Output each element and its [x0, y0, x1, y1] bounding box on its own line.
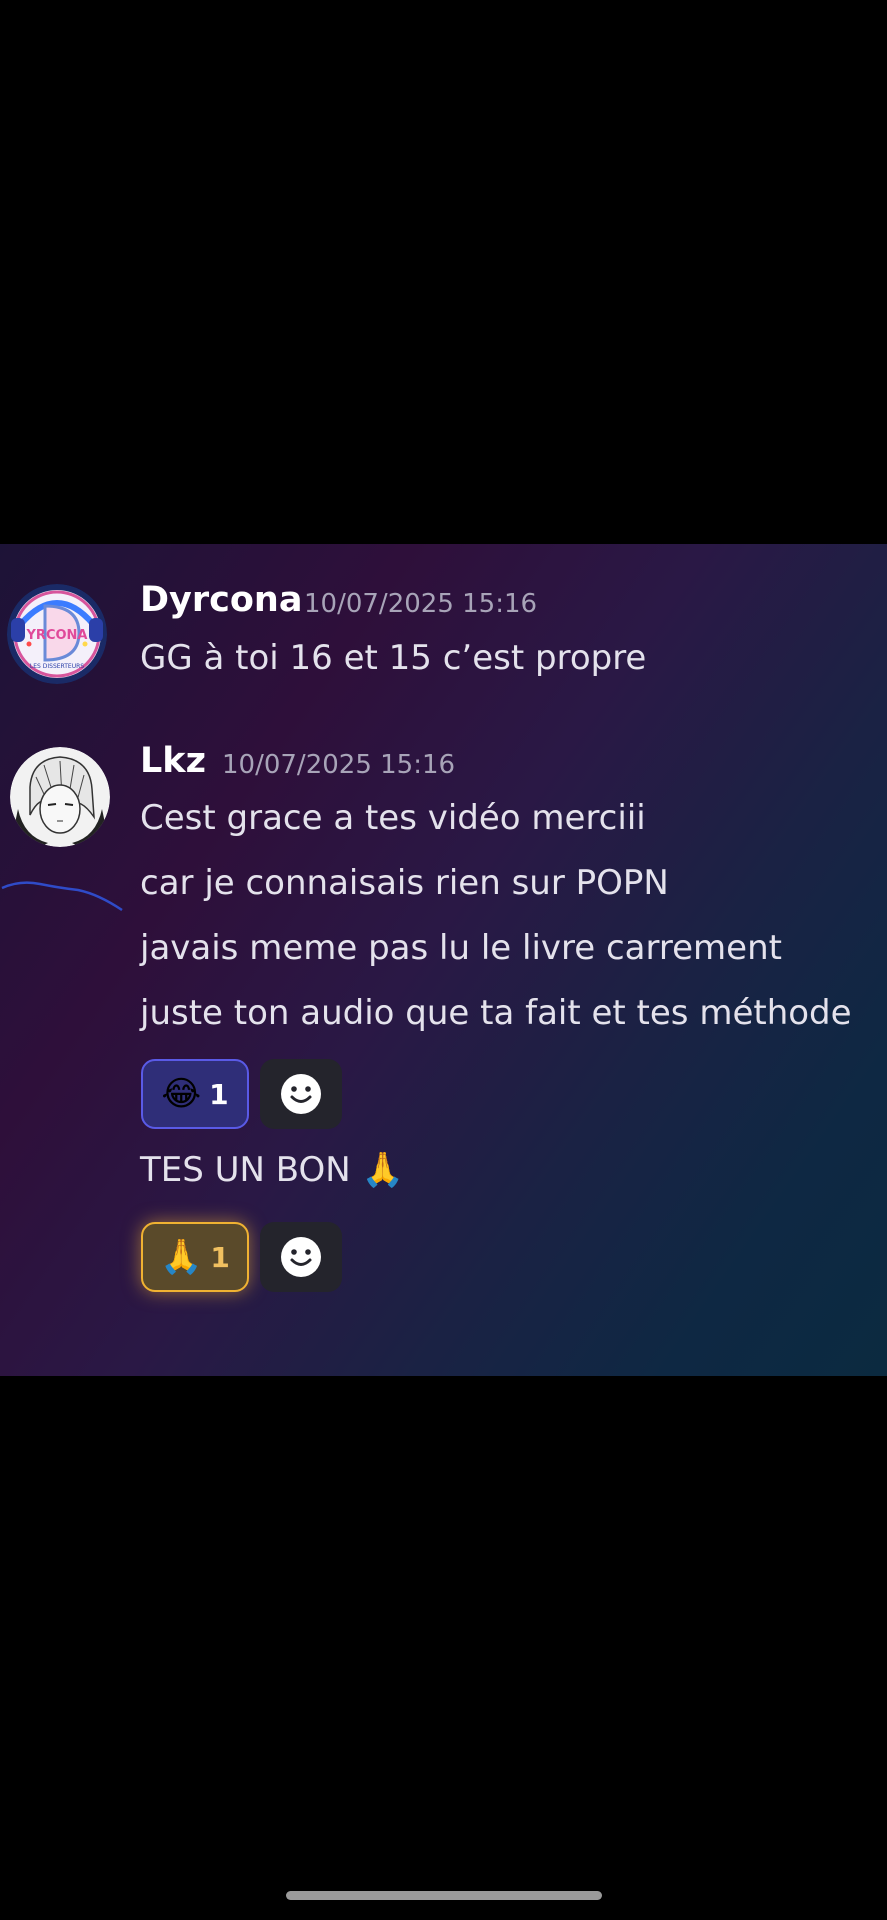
add-reaction-icon	[281, 1237, 321, 1277]
laugh-emoji-icon: 😂	[161, 1074, 202, 1114]
dyrcona-avatar[interactable]: YRCONA LES DISSERTEURS	[7, 584, 107, 684]
pray-reaction-button[interactable]: 🙏 1	[141, 1222, 249, 1292]
message-text: car je connaisais rien sur POPN	[140, 863, 669, 903]
followup-text: TES UN BON	[140, 1150, 351, 1190]
add-reaction-button[interactable]	[260, 1222, 342, 1292]
message-author[interactable]: Lkz	[140, 741, 206, 781]
add-reaction-icon	[281, 1074, 321, 1114]
message-text: GG à toi 16 et 15 c’est propre	[140, 638, 647, 678]
screen: YRCONA LES DISSERTEURS Dyrcona 10/07/202…	[0, 0, 887, 1920]
message-text: Cest grace a tes vidéo merciii	[140, 798, 646, 838]
message-text: javais meme pas lu le livre carrement	[140, 928, 782, 968]
scribble-mark	[1, 881, 123, 912]
message-text: TES UN BON 🙏	[140, 1150, 404, 1190]
add-reaction-button[interactable]	[260, 1059, 342, 1129]
message-text: juste ton audio que ta fait et tes métho…	[140, 993, 852, 1033]
message-author[interactable]: Dyrcona	[140, 580, 302, 620]
chat-screenshot: YRCONA LES DISSERTEURS Dyrcona 10/07/202…	[0, 544, 887, 1376]
pray-emoji-icon: 🙏	[160, 1237, 203, 1277]
lkz-avatar[interactable]	[10, 747, 110, 847]
message-timestamp: 10/07/2025 15:16	[222, 750, 456, 780]
avatar-badge-text: YRCONA	[26, 628, 88, 643]
laugh-reaction-button[interactable]: 😂 1	[141, 1059, 249, 1129]
message-timestamp: 10/07/2025 15:16	[304, 589, 538, 619]
home-indicator[interactable]	[286, 1891, 602, 1900]
pray-emoji-icon: 🙏	[361, 1150, 404, 1190]
reaction-count: 1	[210, 1240, 230, 1274]
avatar-sub-text: LES DISSERTEURS	[30, 663, 84, 670]
reaction-count: 1	[209, 1077, 229, 1111]
